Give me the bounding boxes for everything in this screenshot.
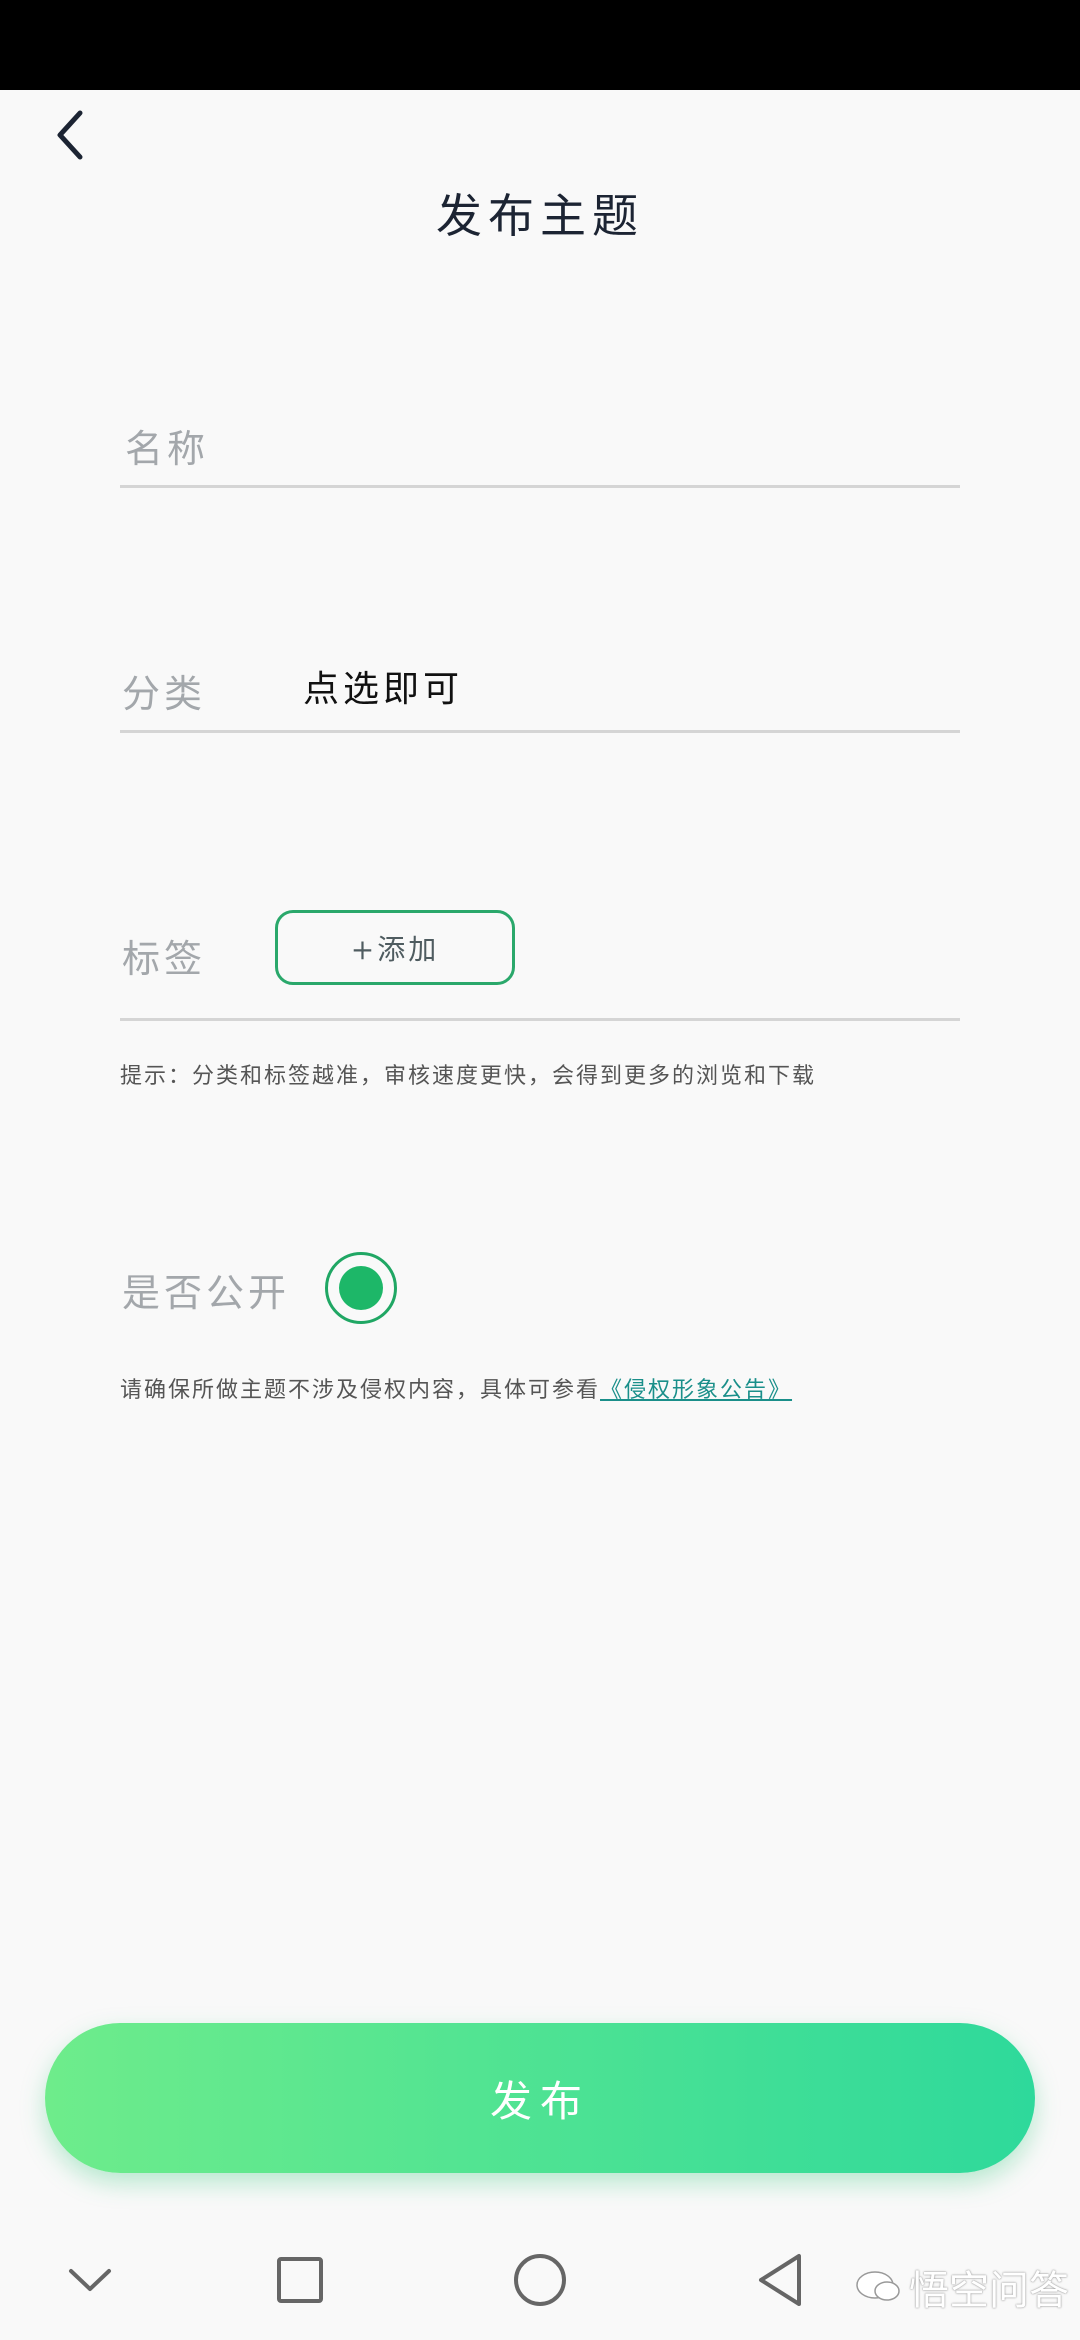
notice-text: 请确保所做主题不涉及侵权内容，具体可参看《侵权形象公告》 (120, 1372, 792, 1404)
hint-text: 提示：分类和标签越准，审核速度更快，会得到更多的浏览和下载 (120, 1064, 817, 1089)
nav-recents-button[interactable] (260, 2240, 340, 2320)
name-divider (120, 485, 960, 488)
watermark: 悟空问答 (855, 2258, 1069, 2316)
tags-label: 标签 (122, 937, 207, 981)
category-label: 分类 (122, 672, 207, 716)
watermark-text: 悟空问答 (909, 2269, 1069, 2313)
page-title: 发布主题 (436, 189, 644, 243)
triangle-left-icon (759, 2254, 801, 2306)
category-divider (120, 730, 960, 733)
tags-divider (120, 1018, 960, 1021)
infringement-notice-link[interactable]: 《侵权形象公告》 (600, 1378, 792, 1403)
chevron-left-icon (57, 110, 83, 160)
public-toggle[interactable] (325, 1252, 397, 1324)
publish-button[interactable]: 发布 (45, 2023, 1035, 2173)
public-label: 是否公开 (122, 1271, 291, 1315)
speech-bubble-icon (856, 2271, 900, 2301)
status-bar (0, 0, 1080, 90)
notice-body: 请确保所做主题不涉及侵权内容，具体可参看 (120, 1378, 601, 1403)
toggle-selected-dot (339, 1266, 383, 1310)
category-selector[interactable]: 点选即可 (303, 660, 463, 712)
chevron-down-icon (69, 2269, 111, 2291)
nav-hide-button[interactable] (50, 2240, 130, 2320)
back-button[interactable] (40, 90, 100, 180)
square-icon (277, 2257, 323, 2303)
name-input[interactable]: 名称 (125, 418, 209, 473)
circle-icon (514, 2254, 566, 2306)
nav-home-button[interactable] (500, 2240, 580, 2320)
nav-back-button[interactable] (740, 2240, 820, 2320)
add-tag-button[interactable]: +添加 (275, 910, 515, 985)
